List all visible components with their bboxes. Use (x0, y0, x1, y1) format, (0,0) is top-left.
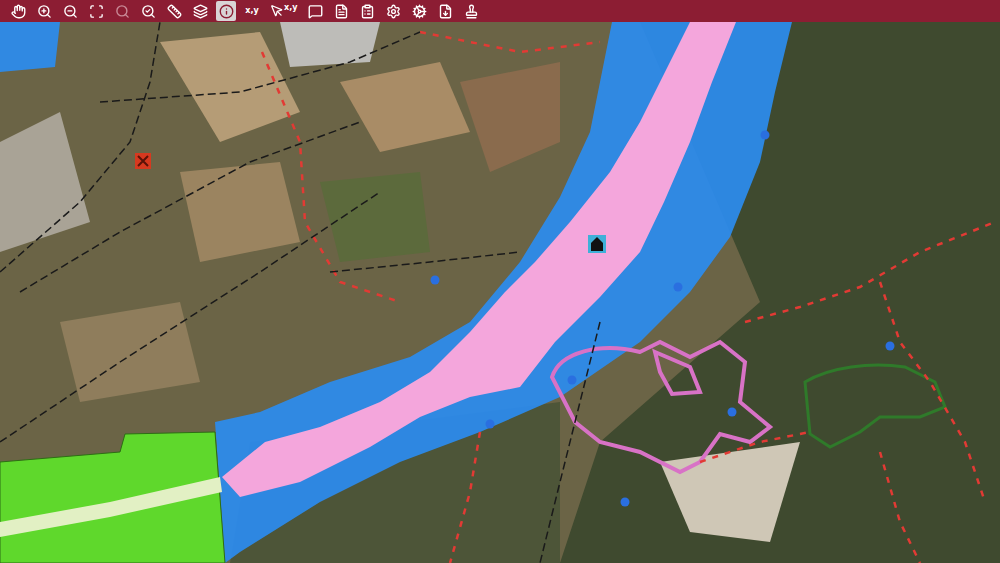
map-pin-icon[interactable] (886, 342, 895, 351)
info-icon (219, 4, 234, 19)
layers-icon (193, 4, 208, 19)
map-pin-icon[interactable] (761, 131, 770, 140)
tool-button[interactable] (8, 1, 28, 21)
trail[interactable] (745, 222, 995, 322)
tool-button[interactable] (305, 1, 325, 21)
tool-button[interactable] (409, 1, 429, 21)
trail[interactable] (880, 282, 985, 502)
pointer-icon (270, 4, 284, 18)
map-pin-icon[interactable] (431, 276, 440, 285)
map-pin-icon[interactable] (674, 283, 683, 292)
trail[interactable] (700, 432, 810, 462)
land-use-area[interactable] (0, 432, 225, 563)
coordinates-label: x,y (284, 4, 297, 12)
tool-button[interactable]: x,y (268, 1, 299, 21)
settlement-outline[interactable] (805, 365, 945, 447)
tool-button[interactable] (383, 1, 403, 21)
tool-button[interactable] (357, 1, 377, 21)
tool-button[interactable] (461, 1, 481, 21)
pins (431, 131, 895, 507)
pointer-coordinates: x,y (270, 4, 297, 18)
coordinates-label: x,y (245, 7, 258, 15)
document-list-icon (360, 4, 375, 19)
settings-icon (386, 4, 401, 19)
land-use-strip[interactable] (0, 477, 222, 537)
road[interactable] (0, 22, 160, 272)
trail[interactable] (880, 452, 920, 563)
zoom-previous-icon (115, 4, 130, 19)
map-viewer: x,y x,y (0, 0, 1000, 563)
map-canvas[interactable] (0, 22, 1000, 563)
tool-button[interactable] (112, 1, 132, 21)
settlement-outline[interactable] (552, 342, 770, 472)
zoom-next-icon (141, 4, 156, 19)
roads (0, 22, 600, 563)
flood-zone[interactable] (0, 22, 792, 563)
aerial-photo (0, 22, 1000, 563)
map-pin-icon[interactable] (486, 420, 495, 429)
ruler-icon (167, 4, 182, 19)
zoom-in-icon (37, 4, 52, 19)
tool-button[interactable] (331, 1, 351, 21)
road[interactable] (540, 322, 600, 563)
tool-button[interactable] (60, 1, 80, 21)
tool-button[interactable] (216, 1, 236, 21)
download-document-icon (438, 4, 453, 19)
road[interactable] (100, 32, 420, 102)
map-area[interactable] (0, 22, 1000, 563)
stamp-icon (464, 4, 479, 19)
toolbar: x,y x,y (0, 0, 1000, 22)
map-pin-icon[interactable] (728, 408, 737, 417)
tool-button[interactable] (86, 1, 106, 21)
tool-button[interactable] (138, 1, 158, 21)
trail[interactable] (450, 432, 480, 563)
landmark-icon[interactable] (588, 235, 606, 253)
tool-button[interactable] (164, 1, 184, 21)
zoom-out-icon (63, 4, 78, 19)
tool-button[interactable] (435, 1, 455, 21)
road[interactable] (0, 192, 380, 442)
flood-channel[interactable] (222, 22, 736, 497)
map-pin-icon[interactable] (568, 376, 577, 385)
comment-icon (308, 4, 323, 19)
cog-icon (412, 4, 427, 19)
marker-icon[interactable] (135, 153, 151, 169)
trail[interactable] (262, 52, 400, 302)
tool-button[interactable]: x,y (242, 1, 262, 21)
tool-button[interactable] (34, 1, 54, 21)
trail[interactable] (420, 32, 600, 52)
map-pin-icon[interactable] (621, 498, 630, 507)
road[interactable] (330, 252, 520, 272)
trails (262, 32, 995, 563)
road[interactable] (20, 122, 360, 292)
document-edit-icon (334, 4, 349, 19)
zoom-extent-icon (89, 4, 104, 19)
pan-icon (11, 4, 26, 19)
tool-button[interactable] (190, 1, 210, 21)
